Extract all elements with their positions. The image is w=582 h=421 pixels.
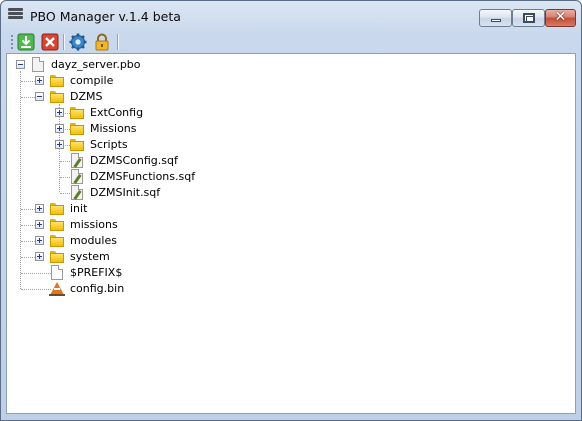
collapse-toggle[interactable] (35, 92, 44, 101)
folder-icon (49, 73, 65, 89)
expand-toggle[interactable] (35, 252, 44, 261)
pbo-manager-window: PBO Manager v.1.4 beta ✕ dayz_server.pbo… (0, 0, 582, 421)
tree-node-label: ExtConfig (90, 106, 144, 119)
folder-icon (69, 121, 85, 137)
delete-icon (41, 33, 59, 51)
lock-icon (95, 33, 109, 51)
close-button[interactable]: ✕ (545, 9, 576, 27)
collapse-toggle[interactable] (16, 60, 25, 69)
tree-node-folder[interactable]: system (35, 249, 235, 265)
folder-icon (49, 217, 65, 233)
folder-icon (69, 105, 85, 121)
sqf-file-icon (69, 185, 85, 201)
folder-icon (49, 89, 65, 105)
folder-icon (49, 249, 65, 265)
tree-node-label: $PREFIX$ (70, 266, 123, 279)
toolbar-separator (117, 34, 119, 50)
expand-toggle[interactable] (55, 124, 64, 133)
settings-button[interactable] (69, 33, 87, 51)
maximize-icon (523, 13, 535, 23)
pbo-file-icon (30, 57, 46, 73)
extract-icon (17, 33, 35, 51)
tree-node-folder[interactable]: init (35, 201, 235, 217)
toolbar (7, 31, 576, 52)
tree-node-file[interactable]: config.bin (35, 281, 235, 297)
tree-node-label: dayz_server.pbo (51, 58, 141, 71)
settings-gear-icon (69, 33, 87, 51)
tree-node-folder[interactable]: modules (35, 233, 235, 249)
delete-button[interactable] (41, 33, 59, 51)
expand-toggle[interactable] (55, 108, 64, 117)
pbo-tree-view[interactable]: dayz_server.pbo compile DZMS ExtConfig M… (6, 53, 576, 414)
tree-node-folder[interactable]: missions (35, 217, 235, 233)
blank-file-icon (49, 265, 65, 281)
tree-node-file[interactable]: DZMSConfig.sqf (55, 153, 255, 169)
tree-node-folder[interactable]: DZMS (35, 89, 235, 105)
tree-node-label: compile (70, 74, 114, 87)
expand-toggle[interactable] (55, 140, 64, 149)
tree-node-label: modules (70, 234, 117, 247)
folder-icon (49, 201, 65, 217)
sqf-file-icon (69, 169, 85, 185)
window-title: PBO Manager v.1.4 beta (30, 9, 181, 24)
tree-node-label: Missions (90, 122, 137, 135)
traffic-cone-icon (49, 281, 65, 297)
sqf-file-icon (69, 153, 85, 169)
tree-node-label: init (70, 202, 88, 215)
tree-node-file[interactable]: $PREFIX$ (35, 265, 235, 281)
tree-node-label: DZMSInit.sqf (90, 186, 161, 199)
tree-node-label: config.bin (70, 282, 125, 295)
expand-toggle[interactable] (35, 76, 44, 85)
expand-toggle[interactable] (35, 204, 44, 213)
maximize-button[interactable] (512, 9, 545, 27)
minimize-button[interactable] (479, 9, 512, 27)
toolbar-separator (63, 34, 65, 50)
close-icon: ✕ (554, 9, 567, 25)
tree-node-label: DZMS (70, 90, 103, 103)
tree-node-label: system (70, 250, 110, 263)
lock-button[interactable] (93, 33, 111, 51)
title-bar[interactable]: PBO Manager v.1.4 beta ✕ (1, 1, 581, 31)
app-icon (8, 8, 23, 23)
folder-icon (49, 233, 65, 249)
tree-node-root[interactable]: dayz_server.pbo (16, 57, 216, 73)
expand-toggle[interactable] (35, 236, 44, 245)
tree-node-folder[interactable]: Scripts (55, 137, 255, 153)
tree-node-label: Scripts (90, 138, 128, 151)
tree-node-folder[interactable]: compile (35, 73, 235, 89)
tree-node-label: DZMSFunctions.sqf (90, 170, 196, 183)
tree-node-file[interactable]: DZMSInit.sqf (55, 185, 255, 201)
extract-button[interactable] (17, 33, 35, 51)
tree-node-folder[interactable]: ExtConfig (55, 105, 255, 121)
minimize-icon (491, 19, 501, 22)
tree-node-folder[interactable]: Missions (55, 121, 255, 137)
expand-toggle[interactable] (35, 220, 44, 229)
toolbar-grip[interactable] (11, 35, 13, 50)
tree-node-file[interactable]: DZMSFunctions.sqf (55, 169, 255, 185)
tree-node-label: DZMSConfig.sqf (90, 154, 178, 167)
tree-node-label: missions (70, 218, 118, 231)
folder-icon (69, 137, 85, 153)
